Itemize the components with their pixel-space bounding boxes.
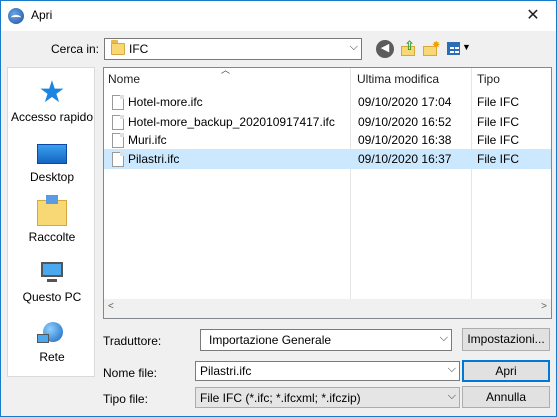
chevron-down-icon[interactable]: ⌵	[440, 332, 448, 345]
computer-icon	[37, 260, 67, 286]
scroll-right-icon[interactable]: >	[541, 301, 547, 312]
open-dialog: Apri ✕ Cerca in: IFC ⌵ ◀ ⇧ ✸ ▼ ★ Accesso…	[0, 0, 557, 417]
column-header-name[interactable]: Nome	[108, 72, 140, 86]
network-icon	[37, 320, 67, 346]
file-row[interactable]: Hotel-more_backup_202010917417.ifc 09/10…	[104, 112, 551, 132]
file-modified: 09/10/2020 17:04	[358, 95, 452, 109]
chevron-down-icon[interactable]: ⌵	[448, 363, 456, 376]
close-button[interactable]: ✕	[510, 1, 556, 31]
filename-value: Pilastri.ifc	[200, 364, 252, 378]
place-label: Raccolte	[28, 230, 76, 244]
desktop-icon	[37, 144, 67, 164]
up-folder-icon[interactable]: ⇧	[399, 38, 417, 58]
file-name: Hotel-more.ifc	[128, 95, 203, 109]
translator-combobox[interactable]: Importazione Generale ⌵	[200, 329, 452, 351]
horizontal-scrollbar[interactable]: < >	[104, 299, 551, 318]
place-desktop[interactable]: Desktop	[8, 134, 96, 192]
lookin-combobox[interactable]: IFC ⌵	[104, 38, 362, 60]
folder-icon	[111, 40, 125, 55]
chevron-down-icon[interactable]: ⌵	[350, 41, 358, 54]
new-folder-icon[interactable]: ✸	[422, 40, 440, 58]
file-list[interactable]: ︿ Nome Ultima modifica Tipo Hotel-more.i…	[103, 65, 552, 319]
place-libraries[interactable]: Raccolte	[8, 194, 96, 252]
libraries-icon	[37, 195, 67, 226]
file-modified: 09/10/2020 16:52	[358, 115, 452, 129]
file-icon	[112, 133, 124, 148]
settings-button[interactable]: Impostazioni...	[462, 328, 550, 351]
view-menu-icon[interactable]: ▼	[447, 40, 471, 58]
place-label: Accesso rapido	[10, 110, 94, 124]
back-icon[interactable]: ◀	[376, 40, 394, 58]
translator-label: Traduttore:	[103, 334, 162, 348]
lookin-value: IFC	[129, 42, 149, 56]
file-type: File IFC	[477, 133, 519, 147]
places-bar: ★ Accesso rapido Desktop Raccolte Questo…	[7, 67, 95, 377]
filename-label: Nome file:	[103, 366, 158, 380]
chevron-down-icon[interactable]: ⌵	[448, 390, 456, 403]
filetype-label: Tipo file:	[103, 392, 148, 406]
column-header-modified[interactable]: Ultima modifica	[357, 72, 439, 86]
place-this-pc[interactable]: Questo PC	[8, 254, 96, 312]
cancel-button[interactable]: Annulla	[462, 386, 550, 408]
window-title: Apri	[31, 8, 53, 22]
file-modified: 09/10/2020 16:38	[358, 133, 452, 147]
file-name: Pilastri.ifc	[128, 152, 180, 166]
file-icon	[112, 152, 124, 167]
file-row-selected[interactable]: Pilastri.ifc 09/10/2020 16:37 File IFC	[104, 149, 551, 169]
place-label: Rete	[39, 350, 65, 364]
file-type: File IFC	[477, 152, 519, 166]
app-icon	[8, 8, 24, 24]
file-type: File IFC	[477, 115, 519, 129]
place-quick-access[interactable]: ★ Accesso rapido	[8, 74, 96, 132]
list-header: ︿ Nome Ultima modifica Tipo	[104, 65, 551, 316]
file-name: Muri.ifc	[128, 133, 167, 147]
title-bar: Apri ✕	[1, 1, 556, 31]
file-modified: 09/10/2020 16:37	[358, 152, 452, 166]
place-network[interactable]: Rete	[8, 314, 96, 372]
lookin-label: Cerca in:	[51, 42, 100, 56]
place-label: Desktop	[29, 170, 75, 184]
star-icon: ★	[38, 76, 66, 109]
file-row[interactable]: Hotel-more.ifc 09/10/2020 17:04 File IFC	[104, 92, 551, 112]
open-button[interactable]: Apri	[462, 360, 550, 382]
filetype-value: File IFC (*.ifc; *.ifcxml; *.ifczip)	[200, 391, 361, 405]
scroll-left-icon[interactable]: <	[108, 301, 114, 312]
file-type: File IFC	[477, 95, 519, 109]
filetype-combobox[interactable]: File IFC (*.ifc; *.ifcxml; *.ifczip) ⌵	[195, 387, 460, 408]
translator-value: Importazione Generale	[209, 333, 332, 347]
file-icon	[112, 95, 124, 110]
filename-input[interactable]: Pilastri.ifc ⌵	[195, 361, 460, 381]
column-header-type[interactable]: Tipo	[477, 72, 500, 86]
file-icon	[112, 115, 124, 130]
file-name: Hotel-more_backup_202010917417.ifc	[128, 115, 335, 129]
file-row[interactable]: Muri.ifc 09/10/2020 16:38 File IFC	[104, 130, 551, 150]
sort-ascending-icon: ︿	[221, 65, 231, 75]
place-label: Questo PC	[22, 290, 82, 304]
